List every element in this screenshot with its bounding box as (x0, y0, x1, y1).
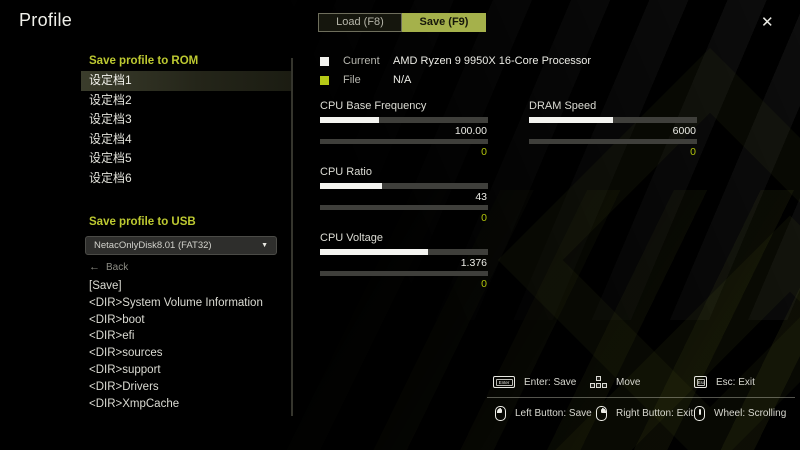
mouse-wheel-icon (694, 406, 705, 421)
tab-bar: Load (F8) Save (F9) (318, 13, 486, 32)
slider-track[interactable] (320, 117, 488, 123)
profile-screen: Profile Load (F8) Save (F9) ✕ Save profi… (0, 0, 800, 450)
hint-label: Wheel: Scrolling (714, 408, 787, 419)
slider-dram-speed: DRAM Speed 6000 0 (529, 100, 697, 160)
file-entry[interactable]: <DIR>support (81, 362, 292, 379)
mouse-right-button-icon (596, 406, 607, 421)
hint-wheel-scrolling: Wheel: Scrolling (694, 406, 786, 421)
profile-slot-4[interactable]: 设定档4 (81, 130, 292, 150)
slider-sub-value: 0 (481, 212, 487, 224)
hint-label: Right Button: Exit (616, 408, 694, 419)
hint-label: Esc: Exit (716, 376, 755, 388)
file-value: N/A (393, 74, 412, 86)
mouse-left-button-icon (495, 406, 506, 421)
slider-fill (529, 117, 613, 123)
hint-esc-exit: Esc Esc: Exit (694, 376, 755, 388)
file-entry[interactable]: <DIR>sources (81, 345, 292, 362)
current-cpu-value: AMD Ryzen 9 9950X 16-Core Processor (393, 55, 592, 67)
slider-cpu-voltage: CPU Voltage 1.376 0 (320, 232, 488, 292)
file-entry[interactable]: <DIR>XmpCache (81, 396, 292, 413)
usb-device-dropdown[interactable]: NetacOnlyDisk8.01 (FAT32) ▼ (85, 236, 277, 255)
file-swatch (320, 75, 329, 85)
hint-right-button-exit: Right Button: Exit (596, 406, 693, 421)
slider-label: CPU Voltage (320, 232, 383, 244)
profile-slot-5[interactable]: 设定档5 (81, 149, 292, 169)
rom-section-title: Save profile to ROM (89, 55, 199, 67)
hint-label: Move (616, 376, 641, 388)
slider-track[interactable] (320, 183, 488, 189)
status-label: File (343, 74, 361, 86)
hint-label: Enter: Save (524, 376, 577, 388)
slider-sub-track[interactable] (529, 139, 697, 144)
slider-value: 6000 (672, 125, 696, 137)
chevron-down-icon: ▼ (261, 242, 268, 249)
hint-left-button-save: Left Button: Save (495, 406, 592, 421)
status-label: Current (343, 55, 380, 67)
slider-sub-value: 0 (690, 146, 696, 158)
profile-slot-2[interactable]: 设定档2 (81, 91, 292, 111)
esc-key-icon: Esc (694, 376, 707, 388)
slider-label: CPU Base Frequency (320, 100, 427, 112)
slider-label: DRAM Speed (529, 100, 597, 112)
hint-move: Move (590, 376, 640, 388)
file-entry[interactable]: <DIR>Drivers (81, 379, 292, 396)
slider-track[interactable] (529, 117, 697, 123)
slider-fill (320, 249, 428, 255)
slider-fill (320, 117, 379, 123)
page-title: Profile (19, 10, 73, 30)
tab-save[interactable]: Save (F9) (402, 13, 486, 32)
status-row-file: File N/A (320, 74, 411, 86)
file-entry[interactable]: <DIR>System Volume Information (81, 295, 292, 312)
slider-value: 43 (475, 191, 487, 203)
slider-cpu-base-frequency: CPU Base Frequency 100.00 0 (320, 100, 488, 160)
slider-sub-value: 0 (481, 146, 487, 158)
slider-fill (320, 183, 383, 189)
file-entry[interactable]: <DIR>efi (81, 328, 292, 345)
profile-slot-list: 设定档1 设定档2 设定档3 设定档4 设定档5 设定档6 (81, 71, 292, 188)
slider-sub-track[interactable] (320, 271, 488, 276)
profile-slot-3[interactable]: 设定档3 (81, 110, 292, 130)
close-icon[interactable]: ✕ (757, 11, 778, 33)
slider-value: 100.00 (454, 125, 487, 137)
slider-track[interactable] (320, 249, 488, 255)
back-label: Back (106, 262, 129, 273)
sidebar-divider (291, 58, 293, 416)
slider-cpu-ratio: CPU Ratio 43 0 (320, 166, 488, 226)
arrow-keys-icon (590, 376, 607, 388)
file-entry[interactable]: <DIR>boot (81, 312, 292, 329)
slider-sub-value: 0 (481, 278, 487, 290)
profile-slot-6[interactable]: 设定档6 (81, 169, 292, 189)
slider-value: 1.376 (460, 257, 487, 269)
arrow-left-icon: ← (89, 261, 100, 273)
enter-key-icon: Enter (493, 376, 515, 388)
hint-label: Left Button: Save (515, 408, 592, 419)
profile-slot-1[interactable]: 设定档1 (81, 71, 292, 91)
status-row-current: Current AMD Ryzen 9 9950X 16-Core Proces… (320, 55, 591, 67)
file-entry-save[interactable]: [Save] (81, 278, 292, 295)
back-button[interactable]: ← Back (89, 261, 128, 273)
tab-load[interactable]: Load (F8) (318, 13, 402, 32)
slider-label: CPU Ratio (320, 166, 372, 178)
slider-sub-track[interactable] (320, 139, 488, 144)
hint-divider (487, 397, 795, 398)
hint-enter-save: Enter Enter: Save (493, 376, 576, 388)
usb-file-list: [Save] <DIR>System Volume Information <D… (81, 278, 292, 412)
current-swatch (320, 56, 329, 66)
slider-sub-track[interactable] (320, 205, 488, 210)
usb-device-value: NetacOnlyDisk8.01 (FAT32) (94, 240, 212, 251)
usb-section-title: Save profile to USB (89, 216, 196, 228)
